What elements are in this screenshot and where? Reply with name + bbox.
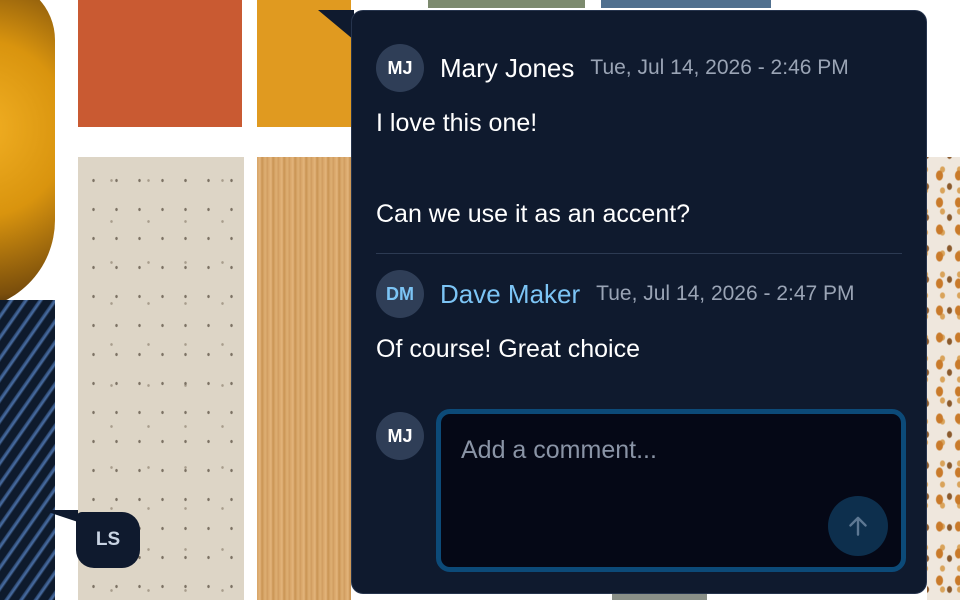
avatar-initials: DM bbox=[386, 283, 414, 304]
comment-thread-panel: MJ Mary Jones Tue, Jul 14, 2026 - 2:46 P… bbox=[351, 10, 927, 594]
avatar-initials: MJ bbox=[387, 57, 413, 78]
comment-composer[interactable] bbox=[436, 409, 906, 572]
terracotta-swatch[interactable] bbox=[78, 0, 242, 127]
comment-marker-tail bbox=[42, 510, 78, 522]
comment-text: Of course! Great choice bbox=[376, 335, 641, 363]
avatar-initials: MJ bbox=[387, 425, 413, 446]
yellow-bowl-image bbox=[0, 0, 55, 310]
terrazzo-swatch[interactable] bbox=[927, 157, 960, 600]
marker-initials: LS bbox=[95, 529, 121, 550]
comment-item: MJ Mary Jones Tue, Jul 14, 2026 - 2:46 P… bbox=[376, 44, 902, 228]
comment-header: DM Dave Maker Tue, Jul 14, 2026 - 2:47 P… bbox=[376, 270, 902, 318]
comment-text: I love this one! bbox=[376, 109, 538, 137]
comment-author[interactable]: Dave Maker bbox=[440, 279, 580, 310]
comment-timestamp: Tue, Jul 14, 2026 - 2:46 PM bbox=[590, 56, 849, 79]
comment-item: DM Dave Maker Tue, Jul 14, 2026 - 2:47 P… bbox=[376, 270, 902, 363]
comment-divider bbox=[376, 253, 902, 254]
comment-marker-ls[interactable]: LS bbox=[76, 512, 140, 568]
sage-swatch[interactable] bbox=[428, 0, 585, 8]
comment-panel-tail bbox=[318, 10, 354, 40]
comment-author[interactable]: Mary Jones bbox=[440, 53, 574, 84]
send-button[interactable] bbox=[828, 496, 888, 556]
oak-wood-swatch[interactable] bbox=[257, 157, 351, 600]
arrow-up-icon bbox=[849, 516, 867, 536]
dark-fabric-image bbox=[0, 300, 55, 600]
current-user-avatar[interactable]: MJ bbox=[376, 412, 424, 460]
comment-header: MJ Mary Jones Tue, Jul 14, 2026 - 2:46 P… bbox=[376, 44, 902, 92]
comment-input[interactable] bbox=[461, 436, 881, 465]
comment-text: Can we use it as an accent? bbox=[376, 200, 691, 228]
avatar[interactable]: DM bbox=[376, 270, 424, 318]
avatar[interactable]: MJ bbox=[376, 44, 424, 92]
grey-swatch[interactable] bbox=[612, 594, 707, 600]
comment-timestamp: Tue, Jul 14, 2026 - 2:47 PM bbox=[596, 282, 855, 305]
slate-swatch[interactable] bbox=[601, 0, 771, 8]
